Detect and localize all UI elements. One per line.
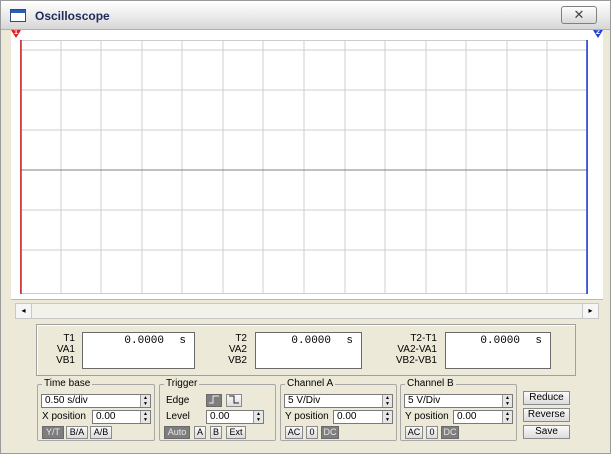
oscilloscope-window: Oscilloscope ✕ 1 2 ◂ ▸ T1 VA1 VB1 0.0000 [0, 0, 611, 454]
xpos-field[interactable]: 0.00 ▲ ▼ [92, 410, 151, 424]
va2-label: VA2 [228, 344, 247, 355]
timebase-value: 0.50 s/div [45, 395, 88, 406]
channel-b-group: Channel B 5 V/Div ▲ ▼ Y position 0.00 ▲ ▼ … [400, 378, 517, 441]
channel-a-group: Channel A 5 V/Div ▲ ▼ Y position 0.00 ▲ ▼ … [280, 378, 397, 441]
channel-a-ac-button[interactable]: AC [285, 426, 303, 439]
t1-label: T1 [63, 333, 75, 344]
reverse-button[interactable]: Reverse [523, 408, 570, 422]
channel-a-scale-spinner-icon[interactable]: ▲ ▼ [382, 395, 392, 407]
timebase-group: Time base 0.50 s/div ▲ ▼ X position 0.00 … [37, 378, 155, 441]
channel-b-ac-button[interactable]: AC [405, 426, 423, 439]
va2-va1-label: VA2-VA1 [397, 344, 437, 355]
channel-a-dc-button[interactable]: DC [321, 426, 339, 439]
timebase-title: Time base [42, 378, 93, 389]
xpos-label: X position [42, 411, 86, 422]
channel-b-scale-select[interactable]: 5 V/Div ▲ ▼ [404, 394, 513, 408]
edge-label: Edge [166, 395, 190, 406]
t1-unit: s [179, 335, 186, 347]
t2-unit: s [346, 335, 353, 347]
channel-a-ypos-label: Y position [285, 411, 329, 422]
xpos-value: 0.00 [96, 411, 116, 422]
channel-b-zero-button[interactable]: 0 [426, 426, 438, 439]
trigger-a-button[interactable]: A [194, 426, 206, 439]
channel-b-ypos-label: Y position [405, 411, 449, 422]
trigger-title: Trigger [164, 378, 200, 389]
va1-label: VA1 [56, 344, 75, 355]
cursor-1-label: 1 [14, 29, 18, 36]
t2-labels: T2 VA2 VB2 [213, 333, 247, 366]
level-spinner-icon[interactable]: ▲ ▼ [253, 411, 263, 423]
diff-labels: T2-T1 VA2-VA1 VB2-VB1 [377, 333, 437, 366]
reduce-button[interactable]: Reduce [523, 391, 570, 405]
trigger-b-button[interactable]: B [210, 426, 222, 439]
level-value: 0.00 [210, 411, 230, 422]
horizontal-scrollbar[interactable]: ◂ ▸ [15, 303, 599, 319]
t2-readout: 0.0000 s [255, 332, 362, 369]
channel-b-scale-value: 5 V/Div [408, 395, 441, 406]
t1-readout: 0.0000 s [82, 332, 195, 369]
close-button[interactable]: ✕ [561, 6, 597, 24]
falling-edge-icon[interactable] [226, 394, 242, 407]
title-bar[interactable]: Oscilloscope ✕ [1, 1, 610, 30]
t2-label: T2 [235, 333, 247, 344]
oscilloscope-screen: 1 2 [11, 30, 603, 300]
level-field[interactable]: 0.00 ▲ ▼ [206, 410, 264, 424]
t1-labels: T1 VA1 VB1 [43, 333, 75, 366]
channel-a-scale-value: 5 V/Div [288, 395, 321, 406]
ba-mode-button[interactable]: B/A [66, 426, 88, 439]
trigger-ext-button[interactable]: Ext [226, 426, 246, 439]
vb2-label: VB2 [228, 355, 247, 366]
channel-a-title: Channel A [285, 378, 336, 389]
level-label: Level [166, 411, 190, 422]
ab-mode-button[interactable]: A/B [90, 426, 112, 439]
cursor-2-label: 2 [596, 29, 600, 36]
window-icon [10, 9, 26, 22]
xpos-spinner-icon[interactable]: ▲ ▼ [140, 411, 150, 423]
scope-grid [20, 40, 588, 294]
channel-a-scale-select[interactable]: 5 V/Div ▲ ▼ [284, 394, 393, 408]
channel-a-zero-button[interactable]: 0 [306, 426, 318, 439]
channel-b-title: Channel B [405, 378, 456, 389]
diff-value: 0.0000 [480, 335, 520, 347]
t2-value: 0.0000 [291, 335, 331, 347]
diff-readout: 0.0000 s [445, 332, 551, 369]
channel-a-ypos-field[interactable]: 0.00 ▲ ▼ [333, 410, 393, 424]
channel-a-ypos-spinner-icon[interactable]: ▲ ▼ [382, 411, 392, 423]
cursor-readout-panel: T1 VA1 VB1 0.0000 s T2 VA2 VB2 0.0000 s … [36, 324, 576, 376]
channel-b-scale-spinner-icon[interactable]: ▲ ▼ [502, 395, 512, 407]
vb1-label: VB1 [56, 355, 75, 366]
window-title: Oscilloscope [35, 9, 110, 23]
timebase-spinner-icon[interactable]: ▲ ▼ [140, 395, 150, 407]
save-button[interactable]: Save [523, 425, 570, 439]
channel-b-ypos-value: 0.00 [457, 411, 477, 422]
cursor-1-marker[interactable]: 1 [11, 30, 21, 38]
timebase-select[interactable]: 0.50 s/div ▲ ▼ [41, 394, 151, 408]
channel-b-ypos-field[interactable]: 0.00 ▲ ▼ [453, 410, 513, 424]
channel-a-ypos-value: 0.00 [337, 411, 357, 422]
diff-unit: s [535, 335, 542, 347]
scroll-right-icon[interactable]: ▸ [582, 304, 598, 318]
t2-t1-label: T2-T1 [410, 333, 437, 344]
channel-b-dc-button[interactable]: DC [441, 426, 459, 439]
vb2-vb1-label: VB2-VB1 [395, 355, 437, 366]
auto-trigger-button[interactable]: Auto [164, 426, 190, 439]
yt-mode-button[interactable]: Y/T [42, 426, 64, 439]
rising-edge-icon[interactable] [206, 394, 222, 407]
t1-value: 0.0000 [124, 335, 164, 347]
channel-b-ypos-spinner-icon[interactable]: ▲ ▼ [502, 411, 512, 423]
scroll-left-icon[interactable]: ◂ [16, 304, 32, 318]
trigger-group: Trigger Edge Level 0.00 ▲ ▼ Auto A B Ext [159, 378, 276, 441]
cursor-2-marker[interactable]: 2 [593, 30, 603, 38]
